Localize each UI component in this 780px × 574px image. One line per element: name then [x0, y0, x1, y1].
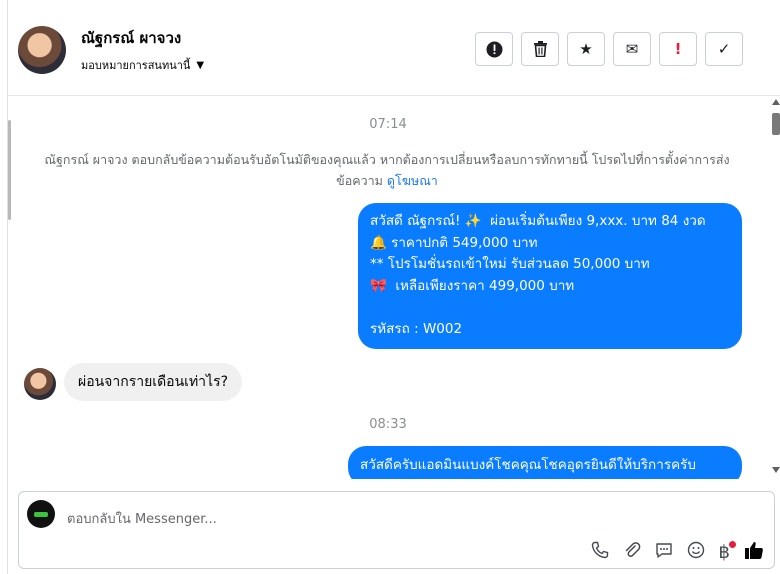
message-line: สวัสดีครับแอดมินแบงค์โชคคุณโชคอุดรยินดีใ… [360, 457, 696, 473]
page-avatar [27, 500, 55, 528]
mark-unread-button[interactable]: ✉ [613, 32, 651, 66]
star-button[interactable]: ★ [567, 32, 605, 66]
envelope-icon: ✉ [625, 40, 639, 58]
message-line: สวัสดี ณัฐกรณ์! ✨ ผ่อนเริ่มต้นเพียง 9,xx… [370, 213, 706, 229]
header-actions: ★ ✉ ! ✓ [475, 32, 743, 66]
emoji-icon[interactable] [687, 541, 705, 564]
contact-name[interactable]: ณัฐกรณ์ ผาจวง [81, 26, 181, 50]
message-line: ​ [370, 297, 730, 319]
contact-avatar-small[interactable] [24, 368, 56, 400]
baht-icon[interactable]: ฿ [719, 540, 736, 563]
scroll-thumb[interactable] [772, 113, 780, 135]
car-logo-icon [34, 511, 48, 517]
notification-dot [729, 540, 736, 548]
check-icon: ✓ [717, 40, 731, 58]
incoming-message[interactable]: ผ่อนจากรายเดือนเท่าไร? [64, 363, 243, 401]
reply-input[interactable]: ตอบกลับใน Messenger... [67, 508, 217, 529]
message-line: 🎀 เหลือเพียงราคา 499,000 บาท [370, 277, 575, 294]
timestamp: 07:14 [369, 117, 407, 132]
outgoing-message[interactable]: สวัสดีครับแอดมินแบงค์โชคคุณโชคอุดรยินดีใ… [348, 446, 742, 479]
conversation-header: ณัฐกรณ์ ผาจวง มอบหมายการสนทนานี้ ▼ ★ ✉ !… [8, 0, 780, 96]
message-line: ** โปรโมชั่นรถเข้าใหม่ รับส่วนลด 50,000 … [370, 256, 650, 272]
assign-conversation-dropdown[interactable]: มอบหมายการสนทนานี้ ▼ [81, 56, 204, 74]
trash-icon [533, 41, 547, 57]
message-thread[interactable]: 07:14 ณัฐกรณ์ ผาจวง ตอบกลับข้อความต้อนรั… [8, 97, 768, 479]
exclamation-icon: ! [674, 40, 682, 58]
delete-button[interactable] [521, 32, 559, 66]
message-composer: ตอบกลับใน Messenger... ฿ [18, 491, 775, 569]
thread-scrollbar[interactable] [772, 97, 780, 479]
mark-done-button[interactable]: ✓ [705, 32, 743, 66]
alert-circle-icon [486, 41, 502, 57]
quick-reply-icon[interactable] [655, 541, 673, 564]
scroll-up-icon[interactable] [772, 99, 780, 105]
scroll-down-icon[interactable] [772, 467, 780, 473]
paperclip-icon[interactable] [623, 541, 641, 564]
contact-avatar[interactable] [18, 26, 66, 74]
thumbs-up-icon[interactable] [744, 540, 764, 565]
message-line: รหัสรถ : W002 [370, 320, 463, 337]
mark-spam-button[interactable] [475, 32, 513, 66]
assign-label: มอบหมายการสนทนานี้ [81, 59, 191, 72]
system-note: ณัฐกรณ์ ผาจวง ตอบกลับข้อความต้อนรับอัตโน… [22, 149, 752, 191]
timestamp: 08:33 [369, 417, 407, 432]
composer-tools: ฿ [591, 540, 764, 565]
caret-down-icon: ▼ [196, 59, 205, 71]
phone-icon[interactable] [591, 541, 609, 564]
outgoing-message[interactable]: สวัสดี ณัฐกรณ์! ✨ ผ่อนเริ่มต้นเพียง 9,xx… [358, 203, 742, 349]
star-icon: ★ [579, 40, 593, 58]
view-ad-link[interactable]: ดูโฆษณา [387, 173, 438, 188]
message-line: 🔔 ราคาปกติ 549,000 บาท [370, 234, 538, 251]
follow-up-button[interactable]: ! [659, 32, 697, 66]
